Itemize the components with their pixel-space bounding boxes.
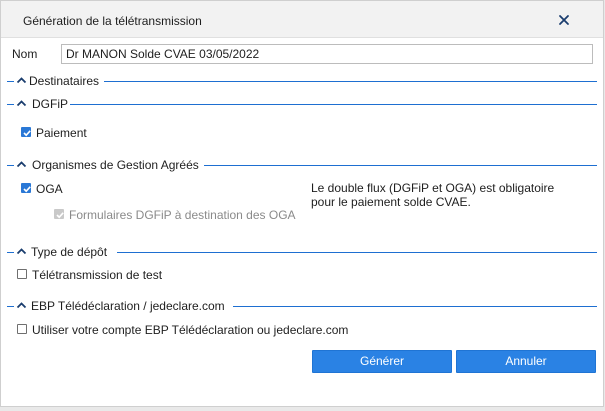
section-line bbox=[7, 165, 14, 166]
paiement-checkbox[interactable] bbox=[21, 127, 31, 137]
window-title: Génération de la télétransmission bbox=[23, 14, 202, 28]
formulaires-dgfip-label: Formulaires DGFiP à destination des OGA bbox=[69, 208, 296, 222]
section-label: EBP Télédéclaration / jedeclare.com bbox=[31, 299, 225, 313]
generate-button[interactable]: Générer bbox=[312, 350, 452, 373]
section-label: Type de dépôt bbox=[31, 245, 108, 259]
oga-checkbox[interactable] bbox=[21, 183, 31, 193]
section-ebp: EBP Télédéclaration / jedeclare.com bbox=[7, 299, 597, 313]
teletransmission-test-checkbox[interactable] bbox=[17, 269, 27, 279]
utiliser-compte-label: Utiliser votre compte EBP Télédéclaratio… bbox=[32, 323, 349, 337]
utiliser-compte-checkbox[interactable] bbox=[17, 324, 27, 334]
section-line bbox=[117, 252, 597, 253]
teletransmission-dialog: Génération de la télétransmission Nom De… bbox=[0, 0, 604, 407]
section-line bbox=[70, 104, 597, 105]
section-oga: Organismes de Gestion Agréés bbox=[7, 158, 597, 172]
section-type-depot: Type de dépôt bbox=[7, 245, 597, 259]
section-line bbox=[7, 104, 14, 105]
title-bar: Génération de la télétransmission bbox=[1, 1, 603, 38]
section-line bbox=[233, 306, 597, 307]
section-destinataires: Destinataires bbox=[7, 74, 597, 88]
section-line bbox=[7, 252, 14, 253]
chevron-up-icon[interactable] bbox=[16, 300, 27, 311]
formulaires-dgfip-checkbox bbox=[54, 209, 64, 219]
section-dgfip: DGFiP bbox=[7, 97, 597, 111]
section-line bbox=[104, 81, 597, 82]
name-input[interactable] bbox=[61, 44, 593, 64]
cancel-button[interactable]: Annuler bbox=[456, 350, 596, 373]
section-line bbox=[7, 81, 14, 82]
close-icon[interactable] bbox=[553, 9, 575, 31]
oga-label: OGA bbox=[36, 182, 63, 196]
teletransmission-test-label: Télétransmission de test bbox=[32, 268, 163, 282]
name-label: Nom bbox=[12, 47, 38, 61]
section-label: Destinataires bbox=[29, 74, 100, 88]
section-label: Organismes de Gestion Agréés bbox=[32, 158, 199, 172]
section-line bbox=[204, 165, 597, 166]
section-line bbox=[7, 306, 14, 307]
paiement-label: Paiement bbox=[36, 126, 87, 140]
chevron-up-icon[interactable] bbox=[16, 246, 27, 257]
double-flux-info: Le double flux (DGFiP et OGA) est obliga… bbox=[311, 181, 555, 209]
chevron-up-icon[interactable] bbox=[16, 159, 27, 170]
chevron-up-icon[interactable] bbox=[16, 75, 27, 86]
section-label: DGFiP bbox=[32, 97, 68, 111]
chevron-up-icon[interactable] bbox=[16, 98, 27, 109]
